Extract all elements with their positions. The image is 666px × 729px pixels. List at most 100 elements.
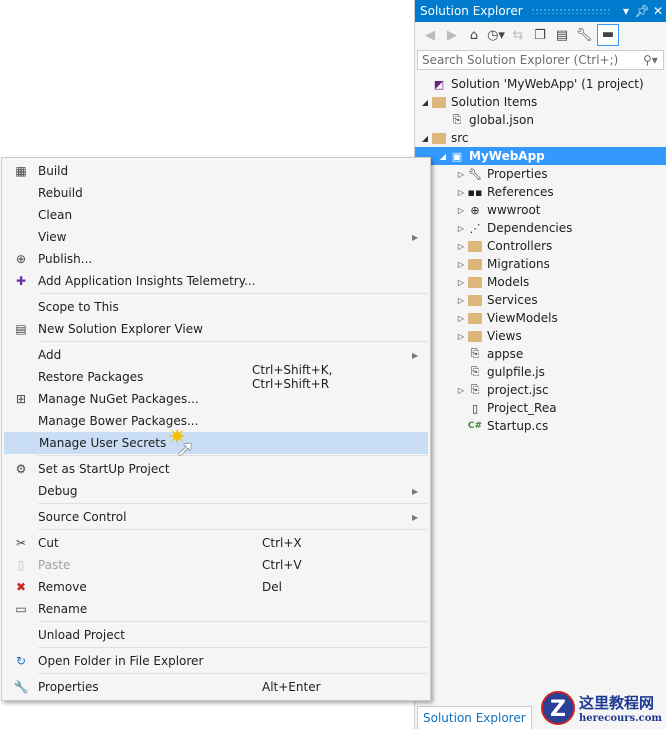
menu-item-add-application-insights-telemetry[interactable]: ✚ Add Application Insights Telemetry... <box>4 270 428 292</box>
expand-arrow-icon[interactable]: ▷ <box>455 242 467 251</box>
menu-item-debug[interactable]: Debug ▶ <box>4 480 428 502</box>
menu-item-label: Unload Project <box>38 628 125 642</box>
tree-item[interactable]: ▷ Controllers <box>415 237 666 255</box>
menu-item-set-as-startup-project[interactable]: ⚙ Set as StartUp Project <box>4 458 428 480</box>
pending-changes-icon[interactable]: ◷▾ <box>487 28 505 43</box>
tree-item[interactable]: ▷ 🔧︎ Properties <box>415 165 666 183</box>
expand-arrow-icon[interactable]: ▷ <box>455 386 467 395</box>
menu-item-label: Debug <box>38 484 78 498</box>
menu-item-properties[interactable]: 🔧 Properties Alt+Enter <box>4 676 428 698</box>
home-icon[interactable]: ⌂ <box>465 28 483 43</box>
close-icon[interactable]: ✕ <box>650 4 666 18</box>
search-input[interactable]: Search Solution Explorer (Ctrl+;) ⚲▾ <box>417 50 664 70</box>
menu-item-manage-nuget-packages[interactable]: ⊞ Manage NuGet Packages... <box>4 388 428 410</box>
expand-arrow-icon[interactable]: ▷ <box>455 314 467 323</box>
shortcut-label: Del <box>262 580 282 594</box>
tree-item[interactable]: ◢ src <box>415 129 666 147</box>
expand-arrow-icon[interactable]: ▷ <box>455 206 467 215</box>
tree-item[interactable]: ⎘ appse <box>415 345 666 363</box>
expand-arrow-icon[interactable]: ◢ <box>437 152 449 161</box>
menu-item-cut[interactable]: ✂ Cut Ctrl+X <box>4 532 428 554</box>
menu-item-new-solution-explorer-view[interactable]: ▤ New Solution Explorer View <box>4 318 428 340</box>
menu-item-remove[interactable]: ✖ Remove Del <box>4 576 428 598</box>
expand-arrow-icon[interactable]: ▷ <box>455 170 467 179</box>
menu-item-unload-project[interactable]: Unload Project <box>4 624 428 646</box>
expand-arrow-icon[interactable]: ▷ <box>455 224 467 233</box>
expand-arrow-icon[interactable]: ▷ <box>455 260 467 269</box>
menu-item-label: Open Folder in File Explorer <box>38 654 204 668</box>
expand-arrow-icon[interactable]: ◢ <box>419 98 431 107</box>
tree-item-label: Solution 'MyWebApp' (1 project) <box>451 77 644 91</box>
properties-icon[interactable]: 🔧︎ <box>575 28 593 43</box>
tree-item-label: src <box>451 131 469 145</box>
tree-item-label: Solution Items <box>451 95 538 109</box>
tree-item[interactable]: ▷ ViewModels <box>415 309 666 327</box>
menu-item-open-folder-in-file-explorer[interactable]: ↻ Open Folder in File Explorer <box>4 650 428 672</box>
menu-item-source-control[interactable]: Source Control ▶ <box>4 506 428 528</box>
tree-item-label: global.json <box>469 113 534 127</box>
menu-item-manage-bower-packages[interactable]: Manage Bower Packages... <box>4 410 428 432</box>
expand-arrow-icon[interactable]: ▷ <box>455 296 467 305</box>
expand-arrow-icon[interactable]: ▷ <box>455 188 467 197</box>
menu-item-label: Add <box>38 348 62 362</box>
menu-item-label: Manage Bower Packages... <box>38 414 199 428</box>
tree-item-label: References <box>487 185 554 199</box>
menu-item-label: Source Control <box>38 510 127 524</box>
menu-item-label: Rename <box>38 602 88 616</box>
tree-item[interactable]: ⎘ gulpfile.js <box>415 363 666 381</box>
panel-title-bar: Solution Explorer ▾ 📌︎ ✕ <box>415 0 666 22</box>
menu-item-manage-user-secrets[interactable]: Manage User Secrets <box>4 432 428 454</box>
publish-icon: ⊕ <box>15 252 27 266</box>
menu-item-publish[interactable]: ⊕ Publish... <box>4 248 428 270</box>
menu-item-build[interactable]: ▦ Build <box>4 160 428 182</box>
search-icon[interactable]: ⚲▾ <box>643 53 663 67</box>
preview-icon[interactable]: ▬ <box>597 24 619 46</box>
tree-item[interactable]: ▷ ⎘ project.jsc <box>415 381 666 399</box>
collapse-all-icon[interactable]: ❐ <box>531 28 549 43</box>
tree-item[interactable]: ▷ Models <box>415 273 666 291</box>
tree-item[interactable]: ▷ Views <box>415 327 666 345</box>
tree-item[interactable]: ▷ Migrations <box>415 255 666 273</box>
json-file-icon: ⎘ <box>452 113 462 126</box>
expand-arrow-icon[interactable]: ▷ <box>455 332 467 341</box>
tree-item[interactable]: ▷ ⋰ Dependencies <box>415 219 666 237</box>
tree-item[interactable]: ▯ Project_Rea <box>415 399 666 417</box>
menu-item-label: Properties <box>38 680 99 694</box>
show-all-files-icon[interactable]: ▤ <box>553 28 571 43</box>
menu-item-rebuild[interactable]: Rebuild <box>4 182 428 204</box>
pin-icon[interactable]: 📌︎ <box>634 4 650 18</box>
dropdown-icon[interactable]: ▾ <box>618 4 634 18</box>
menu-item-view[interactable]: View ▶ <box>4 226 428 248</box>
tree-item[interactable]: C# Startup.cs <box>415 417 666 435</box>
sync-icon[interactable]: ⇆ <box>509 28 527 43</box>
watermark-logo: Z <box>540 691 575 725</box>
menu-item-scope-to-this[interactable]: Scope to This <box>4 296 428 318</box>
tree-item[interactable]: ⎘ global.json <box>415 111 666 129</box>
tab-solution-explorer[interactable]: Solution Explorer <box>417 706 532 729</box>
forward-icon[interactable]: ▶ <box>443 28 461 43</box>
build-icon: ▦ <box>15 164 27 178</box>
menu-item-rename[interactable]: ▭ Rename <box>4 598 428 620</box>
shortcut-label: Ctrl+X <box>262 536 302 550</box>
menu-item-clean[interactable]: Clean <box>4 204 428 226</box>
gear-icon: ⚙ <box>15 462 27 476</box>
menu-item-label: Rebuild <box>38 186 83 200</box>
tree-item[interactable]: ▷ Services <box>415 291 666 309</box>
tree-item[interactable]: ◩ Solution 'MyWebApp' (1 project) <box>415 75 666 93</box>
menu-item-label: Restore Packages <box>38 370 144 384</box>
tree-item-label: MyWebApp <box>469 149 545 163</box>
tree-item[interactable]: ▷ ⊕ wwwroot <box>415 201 666 219</box>
tree-item-label: Services <box>487 293 538 307</box>
tree-item[interactable]: ◢ Solution Items <box>415 93 666 111</box>
menu-item-paste[interactable]: ▯ Paste Ctrl+V <box>4 554 428 576</box>
tree-item[interactable]: ◢ ▣ MyWebApp <box>415 147 666 165</box>
tree-item[interactable]: ▷ ▪▪ References <box>415 183 666 201</box>
search-placeholder: Search Solution Explorer (Ctrl+;) <box>422 53 619 67</box>
web-project-icon: ▣ <box>451 149 463 163</box>
expand-arrow-icon[interactable]: ▷ <box>455 278 467 287</box>
expand-arrow-icon[interactable]: ◢ <box>419 134 431 143</box>
shortcut-label: Alt+Enter <box>262 680 321 694</box>
folder-icon <box>467 257 483 271</box>
back-icon[interactable]: ◀ <box>421 28 439 43</box>
menu-item-restore-packages[interactable]: Restore Packages Ctrl+Shift+K, Ctrl+Shift… <box>4 363 428 391</box>
